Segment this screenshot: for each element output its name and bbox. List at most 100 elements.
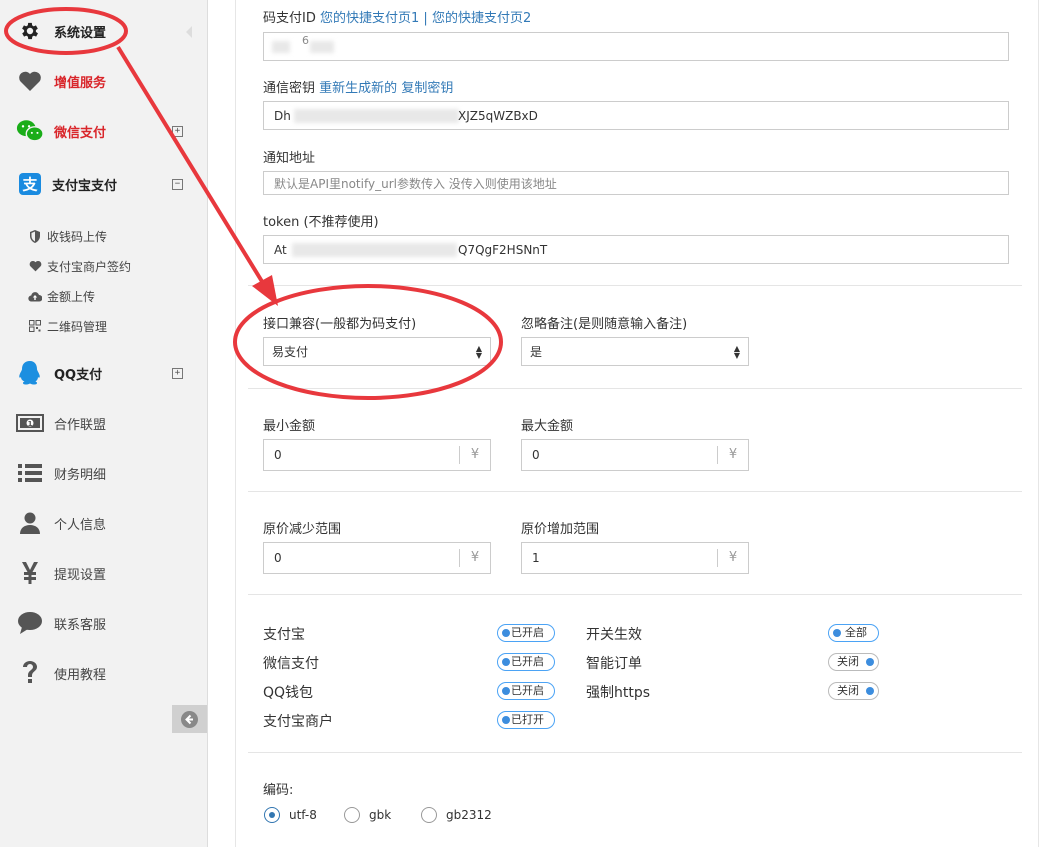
increase-range-input[interactable]: 1 ¥ (521, 542, 749, 574)
ignore-remark-select[interactable]: 是 ▲ ▼ (521, 337, 749, 366)
sidebar: 系统设置 增值服务 微信支付 + 支 支付宝支付 − 收钱码上传 支付宝商户签约 (0, 0, 208, 847)
encoding-radio-gb2312[interactable] (421, 807, 437, 823)
collapse-toggle[interactable]: − (172, 178, 183, 190)
switch-qq[interactable]: 已开启 (497, 682, 555, 700)
shield-icon (28, 229, 42, 243)
sidebar-subitem-qr-manage[interactable]: 二维码管理 (0, 311, 207, 341)
encoding-radio-utf8[interactable] (264, 807, 280, 823)
select-arrows-icon: ▲ ▼ (733, 344, 740, 360)
sidebar-subitem-label: 金额上传 (47, 289, 96, 304)
sidebar-subitem-label: 二维码管理 (47, 319, 108, 334)
secret-value-end: XJZ5qWZBxD (458, 108, 538, 123)
secret-label-row: 通信密钥 重新生成新的 复制密钥 (263, 77, 453, 96)
secret-input[interactable]: Dh XJZ5qWZBxD (263, 101, 1009, 130)
reduce-range-input[interactable]: 0 ¥ (263, 542, 491, 574)
ignore-remark-value: 是 (530, 345, 543, 359)
sidebar-item-wechat-pay[interactable]: 微信支付 + (0, 111, 207, 151)
settings-panel: 码支付ID 您的快捷支付页1 | 您的快捷支付页2 6 通信密钥 重新生成新的 … (235, 0, 1039, 847)
gear-icon (16, 17, 44, 45)
encoding-label: 编码: (263, 783, 294, 798)
switch-alipay[interactable]: 已开启 (497, 624, 555, 642)
compat-value: 易支付 (272, 345, 309, 359)
toggle-dot (866, 687, 874, 695)
sidebar-item-system-settings[interactable]: 系统设置 (0, 11, 207, 51)
sidebar-subitem-qr-upload[interactable]: 收钱码上传 (0, 221, 207, 251)
yen-icon: ¥ (728, 550, 738, 565)
min-amount-value: 0 (274, 448, 282, 462)
reduce-range-value: 0 (274, 551, 282, 565)
cloud-upload-icon (28, 289, 42, 303)
switch-label-alipay: 支付宝 (263, 627, 305, 643)
sidebar-collapse-button[interactable] (172, 705, 207, 733)
secret-label: 通信密钥 (263, 81, 316, 96)
svg-text:支: 支 (21, 176, 38, 194)
arrow-left-icon (181, 710, 198, 728)
sidebar-item-profile[interactable]: 个人信息 (0, 503, 207, 543)
switch-label-effect: 开关生效 (586, 627, 642, 643)
sidebar-item-tutorial[interactable]: 使用教程 (0, 653, 207, 693)
min-amount-input[interactable]: 0 ¥ (263, 439, 491, 471)
code-id-input[interactable]: 6 (263, 32, 1009, 61)
sidebar-item-alliance[interactable]: 1 合作联盟 (0, 403, 207, 443)
qrcode-icon (28, 319, 42, 333)
switch-label-smart-order: 智能订单 (586, 656, 642, 672)
expand-toggle[interactable]: + (172, 125, 183, 137)
user-icon (16, 509, 44, 537)
encoding-radio-gbk[interactable] (344, 807, 360, 823)
switch-force-https[interactable]: 关闭 (828, 682, 879, 700)
yen-icon: ¥ (470, 550, 480, 565)
secret-value-start: Dh (274, 108, 291, 123)
chat-icon (16, 609, 44, 637)
sidebar-item-qq-pay[interactable]: QQ支付 + (0, 353, 207, 393)
yen-icon: ¥ (728, 447, 738, 462)
money-icon: 1 (16, 409, 44, 437)
sidebar-subitem-merchant-sign[interactable]: 支付宝商户签约 (0, 251, 207, 281)
switch-state: 已开启 (511, 626, 544, 639)
sidebar-item-value-added[interactable]: 增值服务 (0, 61, 207, 101)
encoding-option-label: gbk (369, 808, 392, 822)
max-amount-value: 0 (532, 448, 540, 462)
switch-alipay-merchant[interactable]: 已打开 (497, 711, 555, 729)
sidebar-item-finance[interactable]: 财务明细 (0, 453, 207, 493)
sidebar-item-alipay[interactable]: 支 支付宝支付 − (0, 164, 207, 204)
token-value-end: Q7QgF2HSNnT (458, 242, 548, 257)
wechat-icon (16, 117, 44, 145)
switch-label-qq: QQ钱包 (263, 685, 314, 701)
qq-icon (16, 359, 44, 387)
switch-effect-all[interactable]: 全部 (828, 624, 879, 642)
copy-secret-link[interactable]: 复制密钥 (401, 81, 453, 96)
toggle-dot (833, 629, 841, 637)
expand-toggle[interactable]: + (172, 367, 183, 379)
redaction-blur (292, 243, 457, 257)
sidebar-item-support[interactable]: 联系客服 (0, 603, 207, 643)
heart-icon (16, 67, 44, 95)
link-separator: | (423, 11, 428, 26)
sidebar-item-label: 联系客服 (54, 617, 107, 633)
max-amount-label: 最大金额 (521, 419, 574, 434)
switch-state: 关闭 (837, 655, 859, 668)
switch-state: 已开启 (511, 684, 544, 697)
divider (248, 594, 1022, 595)
quick-pay-link-1[interactable]: 您的快捷支付页1 (320, 11, 419, 26)
sidebar-item-label: 个人信息 (54, 517, 107, 533)
heart-icon (28, 259, 42, 273)
sidebar-item-label: 支付宝支付 (52, 178, 118, 194)
sidebar-subitem-label: 收钱码上传 (47, 229, 108, 244)
sidebar-item-label: 使用教程 (54, 667, 107, 683)
token-input[interactable]: At Q7QgF2HSNnT (263, 235, 1009, 264)
sidebar-subitem-amount-upload[interactable]: 金额上传 (0, 281, 207, 311)
encoding-option-label: utf-8 (289, 808, 317, 822)
reduce-range-label: 原价减少范围 (263, 522, 342, 537)
toggle-dot (502, 687, 510, 695)
compat-label: 接口兼容(一般都为码支付) (263, 317, 417, 332)
compat-select[interactable]: 易支付 ▲ ▼ (263, 337, 491, 366)
sidebar-item-withdraw[interactable]: 提现设置 (0, 553, 207, 593)
switch-state: 关闭 (837, 684, 859, 697)
switch-wechat[interactable]: 已开启 (497, 653, 555, 671)
regenerate-secret-link[interactable]: 重新生成新的 (319, 81, 397, 96)
quick-pay-link-2[interactable]: 您的快捷支付页2 (432, 11, 531, 26)
max-amount-input[interactable]: 0 ¥ (521, 439, 749, 471)
switch-smart-order[interactable]: 关闭 (828, 653, 879, 671)
list-icon (16, 459, 44, 487)
notify-url-input[interactable]: 默认是API里notify_url参数传入 没传入则使用该地址 (263, 171, 1009, 195)
